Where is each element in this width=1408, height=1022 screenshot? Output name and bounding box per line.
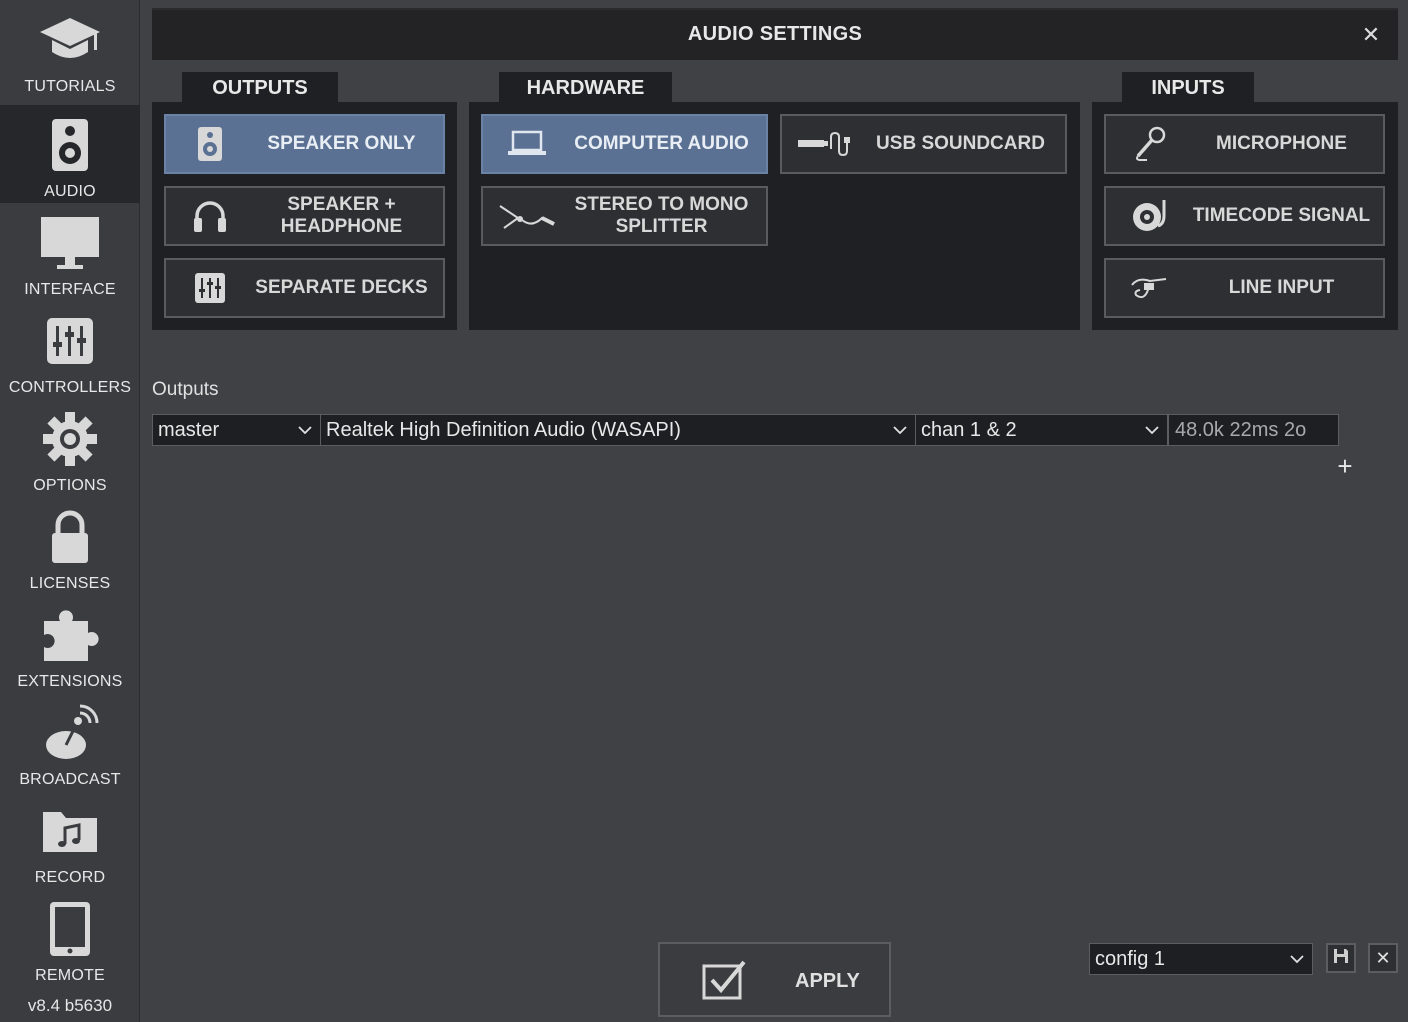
sidebar-item-extensions[interactable]: EXTENSIONS [0,595,140,693]
sidebar-item-label: LICENSES [29,575,111,592]
speaker-only-button[interactable]: SPEAKER ONLY [164,114,445,174]
usb-cable-icon [796,124,856,164]
microphone-button[interactable]: MICROPHONE [1104,114,1385,174]
jack-cable-icon [1120,268,1180,308]
outputs-panel: SPEAKER ONLY SPEAKER + HEADPHONE SEPARATE… [152,102,457,330]
device-select[interactable]: Realtek High Definition Audio (WASAPI) [320,414,916,446]
outputs-section-label: Outputs [152,379,219,400]
sidebar-item-label: EXTENSIONS [17,673,123,690]
format-info-field[interactable]: 48.0k 22ms 2o [1168,414,1339,446]
sidebar-item-broadcast[interactable]: BROADCAST [0,693,140,791]
puzzle-icon [0,605,140,665]
sidebar-item-record[interactable]: RECORD [0,791,140,889]
label-line-1: STEREO TO MONO [574,194,749,215]
monitor-icon [0,213,140,273]
device-select-value: Realtek High Definition Audio (WASAPI) [326,419,681,441]
microphone-icon [1120,124,1180,164]
sidebar-item-interface[interactable]: INTERFACE [0,203,140,301]
tab-outputs: OUTPUTS [182,72,338,104]
output-select[interactable]: master [152,414,321,446]
sidebar-item-label: OPTIONS [33,477,107,494]
title-bar: AUDIO SETTINGS ✕ [152,8,1398,60]
speaker-headphone-button[interactable]: SPEAKER + HEADPHONE [164,186,445,246]
lock-icon [0,507,140,567]
sidebar-item-label: BROADCAST [19,771,121,788]
delete-config-button[interactable]: ✕ [1368,943,1398,973]
sidebar-item-controllers[interactable]: CONTROLLERS [0,301,140,399]
sidebar-item-licenses[interactable]: LICENSES [0,497,140,595]
music-folder-icon [0,801,140,861]
chevron-down-icon [298,415,312,445]
mixer-sliders-icon [0,311,140,371]
stereo-mono-splitter-label: STEREO TO MONO SPLITTER [563,188,760,244]
save-config-button[interactable] [1326,943,1356,973]
sidebar-item-label: AUDIO [44,183,96,200]
close-button[interactable]: ✕ [1358,22,1384,48]
floppy-disk-icon [1333,948,1349,969]
label-line-2: HEADPHONE [280,216,403,237]
sidebar-item-label: CONTROLLERS [8,379,132,396]
line-input-label: LINE INPUT [1228,277,1335,298]
usb-soundcard-button[interactable]: USB SOUNDCARD [780,114,1067,174]
separate-decks-label: SEPARATE DECKS [255,277,428,298]
laptop-icon [497,124,557,164]
sidebar-item-label: RECORD [34,869,106,886]
headphones-icon [180,196,240,236]
sidebar-item-remote[interactable]: REMOTE [0,889,140,987]
satellite-dish-icon [0,703,140,763]
sidebar-item-label: INTERFACE [24,281,116,298]
sidebar-item-options[interactable]: OPTIONS [0,399,140,497]
graduation-cap-icon [0,10,140,70]
channel-select[interactable]: chan 1 & 2 [915,414,1168,446]
timecode-signal-button[interactable]: TIMECODE SIGNAL [1104,186,1385,246]
mixer-sliders-icon [180,268,240,308]
label-line-2: SPLITTER [615,216,708,237]
stereo-mono-splitter-button[interactable]: STEREO TO MONO SPLITTER [481,186,768,246]
label-line-1: SPEAKER + [287,194,396,215]
inputs-panel: MICROPHONE TIMECODE SIGNAL LINE INPUT [1092,102,1398,330]
hardware-panel: COMPUTER AUDIO USB SOUNDCARD STEREO TO M… [469,102,1080,330]
chevron-down-icon [1145,415,1159,445]
separate-decks-button[interactable]: SEPARATE DECKS [164,258,445,318]
chevron-down-icon [1290,944,1304,974]
tab-hardware: HARDWARE [499,72,672,104]
tab-inputs: INPUTS [1122,72,1254,104]
chevron-down-icon [893,415,907,445]
sidebar: TUTORIALS AUDIO INTERFACE CONTROLLERS OP… [0,0,140,1022]
checkbox-check-icon [702,960,748,1005]
speaker-icon [180,124,240,164]
output-select-value: master [158,419,220,441]
speaker-icon [0,115,140,175]
sidebar-item-tutorials[interactable]: TUTORIALS [0,0,140,98]
version-label: v8.4 b5630 [27,996,113,1015]
timecode-signal-label: TIMECODE SIGNAL [1192,205,1371,226]
speaker-headphone-label: SPEAKER + HEADPHONE [246,188,437,244]
add-output-button[interactable]: + [1333,452,1357,480]
turntable-icon [1120,196,1180,236]
sidebar-item-label: TUTORIALS [24,78,116,95]
line-input-button[interactable]: LINE INPUT [1104,258,1385,318]
usb-soundcard-label: USB SOUNDCARD [876,133,1045,154]
apply-button[interactable]: APPLY [658,942,891,1017]
channel-select-value: chan 1 & 2 [921,419,1017,441]
sidebar-item-audio[interactable]: AUDIO [0,105,140,203]
window-title: AUDIO SETTINGS [687,23,863,45]
microphone-label: MICROPHONE [1216,133,1347,154]
computer-audio-button[interactable]: COMPUTER AUDIO [481,114,768,174]
config-select[interactable]: config 1 [1089,943,1313,975]
tablet-icon [0,899,140,959]
gear-icon [0,409,140,469]
config-select-value: config 1 [1095,948,1166,970]
apply-label: APPLY [795,970,860,992]
sidebar-item-label: REMOTE [35,967,105,984]
computer-audio-label: COMPUTER AUDIO [574,133,749,154]
splitter-cable-icon [497,196,557,236]
speaker-only-label: SPEAKER ONLY [267,133,416,154]
